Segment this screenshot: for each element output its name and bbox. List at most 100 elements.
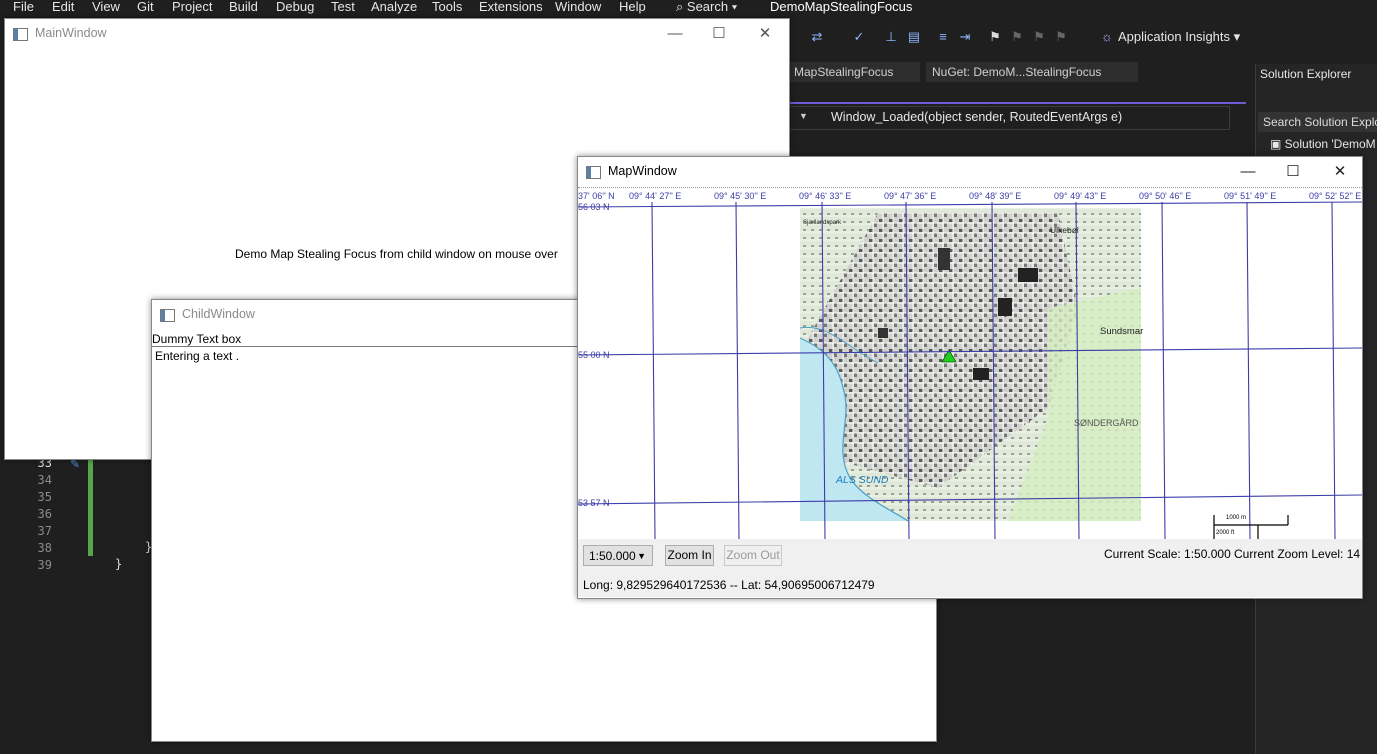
scale-select[interactable]: 1:50.000 ▼: [583, 545, 653, 566]
menu-analyze[interactable]: Analyze: [371, 0, 417, 14]
line-number: 36: [37, 507, 52, 521]
menu-project[interactable]: Project: [172, 0, 212, 14]
code-brace: }: [115, 557, 123, 571]
chevron-down-icon: ▼: [637, 551, 646, 561]
maximize-icon[interactable]: ☐: [1273, 159, 1313, 185]
member-dropdown[interactable]: Window_Loaded(object sender, RoutedEvent…: [831, 110, 1122, 124]
application-insights-label: Application Insights: [1118, 29, 1231, 44]
code-navigation-bar[interactable]: ▼ Window_Loaded(object sender, RoutedEve…: [788, 106, 1230, 130]
bookmark-prev-icon[interactable]: ⚑: [1010, 30, 1024, 44]
latitude-label: 53 57 N: [578, 498, 610, 508]
longitude-label: 09° 51' 49'' E: [1224, 191, 1276, 201]
longitude-label: 09° 44' 27'' E: [629, 191, 681, 201]
child-window-title: ChildWindow: [182, 307, 255, 321]
solution-root-label: Solution 'DemoM: [1284, 137, 1376, 151]
maximize-icon[interactable]: ☐: [699, 21, 739, 47]
tab-nuget[interactable]: NuGet: DemoM...StealingFocus: [926, 62, 1138, 82]
map-canvas[interactable]: 1000 m 2000 ft ALS SUND SØNDERGÅRD Sunds…: [578, 188, 1362, 540]
window-icon: [13, 28, 28, 41]
menu-test[interactable]: Test: [331, 0, 355, 14]
minimize-icon[interactable]: —: [1228, 159, 1268, 185]
menu-tools[interactable]: Tools: [432, 0, 462, 14]
current-zoom-text: Current Zoom Level: 14: [1234, 547, 1361, 561]
main-window-titlebar[interactable]: MainWindow — ☐ ✕: [5, 19, 789, 49]
map-window-titlebar[interactable]: MapWindow — ☐ ✕: [578, 157, 1362, 187]
place-label: Sjællandspark: [803, 220, 842, 226]
line-number: 35: [37, 490, 52, 504]
menu-build[interactable]: Build: [229, 0, 258, 14]
longitude-label: 09° 48' 39'' E: [969, 191, 1021, 201]
latitude-label: 56 03 N: [578, 202, 610, 212]
longitude-label: 09° 52' 52'' E: [1309, 191, 1361, 201]
vs-toolbar: ⇄ ✓ ⊥ ▤ ≡ ⇥ ⚑ ⚑ ⚑ ⚑ ☼ Application Insigh…: [788, 22, 1258, 54]
indent-icon[interactable]: ≡: [936, 30, 950, 44]
place-label: SØNDERGÅRD: [1074, 418, 1139, 428]
map-view[interactable]: 1000 m 2000 ft ALS SUND SØNDERGÅRD Sunds…: [578, 187, 1362, 541]
map-window-title: MapWindow: [608, 164, 677, 178]
close-icon[interactable]: ✕: [745, 21, 785, 47]
place-label: ALS SUND: [835, 474, 889, 486]
line-number: 37: [37, 524, 52, 538]
scale-select-value: 1:50.000: [589, 549, 636, 563]
coordinates-readout: Long: 9,829529640172536 -- Lat: 54,90695…: [583, 578, 875, 592]
outdent-icon[interactable]: ⇥: [958, 30, 972, 44]
latitude-labels: 56 03 N 55 00 N 53 57 N: [578, 202, 610, 508]
vs-search-button[interactable]: ⌕ Search ▾: [676, 0, 737, 15]
line-number: 38: [37, 541, 52, 555]
main-window-title: MainWindow: [35, 26, 107, 40]
longitude-label: 09° 47' 36'' E: [884, 191, 936, 201]
bookmark-icon[interactable]: ⚑: [988, 30, 1002, 44]
active-tab-underline: [788, 102, 1246, 104]
changed-lines-indicator: [88, 459, 93, 556]
vs-tab-strip: MapStealingFocus NuGet: DemoM...Stealing…: [788, 62, 1253, 82]
scale-bar-upper-label: 1000 m: [1226, 515, 1246, 521]
close-icon[interactable]: ✕: [1320, 159, 1360, 185]
tab-mapstealingfocus[interactable]: MapStealingFocus: [788, 62, 920, 82]
menu-file[interactable]: File: [13, 0, 34, 14]
longitude-labels: 37' 06'' N 09° 44' 27'' E 09° 45' 30'' E…: [578, 191, 1361, 201]
longitude-label: 09° 46' 33'' E: [799, 191, 851, 201]
bookmark-next-icon[interactable]: ⚑: [1032, 30, 1046, 44]
search-label: Search: [686, 0, 729, 14]
solution-explorer-title: Solution Explorer: [1260, 67, 1352, 81]
code-editor-gutter: 33 34 35 36 37 38 39 ✎ } }: [0, 456, 153, 576]
minimize-icon[interactable]: —: [655, 21, 695, 47]
longitude-label: 09° 50' 46'' E: [1139, 191, 1191, 201]
place-label: Sundsmar: [1100, 326, 1143, 337]
latitude-label: 55 00 N: [578, 350, 610, 360]
align-icon[interactable]: ⊥: [884, 30, 898, 44]
zoom-in-button[interactable]: Zoom In: [665, 545, 714, 566]
line-number: 39: [37, 558, 52, 572]
menu-help[interactable]: Help: [619, 0, 646, 14]
main-window-text: Demo Map Stealing Focus from child windo…: [235, 247, 558, 261]
spellcheck-icon[interactable]: ✓: [852, 30, 866, 44]
scale-bar-lower-label: 2000 ft: [1216, 530, 1235, 536]
current-scale-text: Current Scale: 1:50.000: [1104, 547, 1231, 561]
longitude-label: 37' 06'' N: [578, 191, 615, 201]
solution-search-input[interactable]: Search Solution Explo: [1258, 112, 1377, 132]
chevron-down-icon[interactable]: ▼: [799, 111, 808, 121]
window-icon: [160, 309, 175, 322]
menu-window[interactable]: Window: [555, 0, 601, 14]
longitude-label: 09° 45' 30'' E: [714, 191, 766, 201]
bookmark-clear-icon[interactable]: ⚑: [1054, 30, 1068, 44]
zoom-out-button[interactable]: Zoom Out: [724, 545, 782, 566]
dummy-textbox-label: Dummy Text box: [152, 332, 242, 346]
place-label: Ulkebøl: [1050, 225, 1079, 235]
solution-root-item[interactable]: ▣ Solution 'DemoM: [1270, 137, 1376, 151]
menu-git[interactable]: Git: [137, 0, 154, 14]
search-icon: ⌕: [676, 0, 684, 14]
longitude-label: 09° 49' 43'' E: [1054, 191, 1106, 201]
application-insights-dropdown[interactable]: Application Insights ▾: [1118, 29, 1240, 45]
format-icon[interactable]: ▤: [907, 30, 921, 44]
debug-target-icon[interactable]: ⇄: [810, 30, 824, 44]
menu-view[interactable]: View: [92, 0, 120, 14]
menu-extensions[interactable]: Extensions: [479, 0, 543, 14]
vs-solution-title: DemoMapStealingFocus: [770, 0, 913, 14]
lightbulb-icon: ☼: [1101, 29, 1113, 44]
menu-debug[interactable]: Debug: [276, 0, 314, 14]
window-icon: [586, 166, 601, 179]
map-controls: 1:50.000 ▼ Zoom In Zoom Out Current Scal…: [578, 539, 1362, 597]
vs-menu-bar: File Edit View Git Project Build Debug T…: [0, 0, 1377, 15]
menu-edit[interactable]: Edit: [52, 0, 74, 14]
